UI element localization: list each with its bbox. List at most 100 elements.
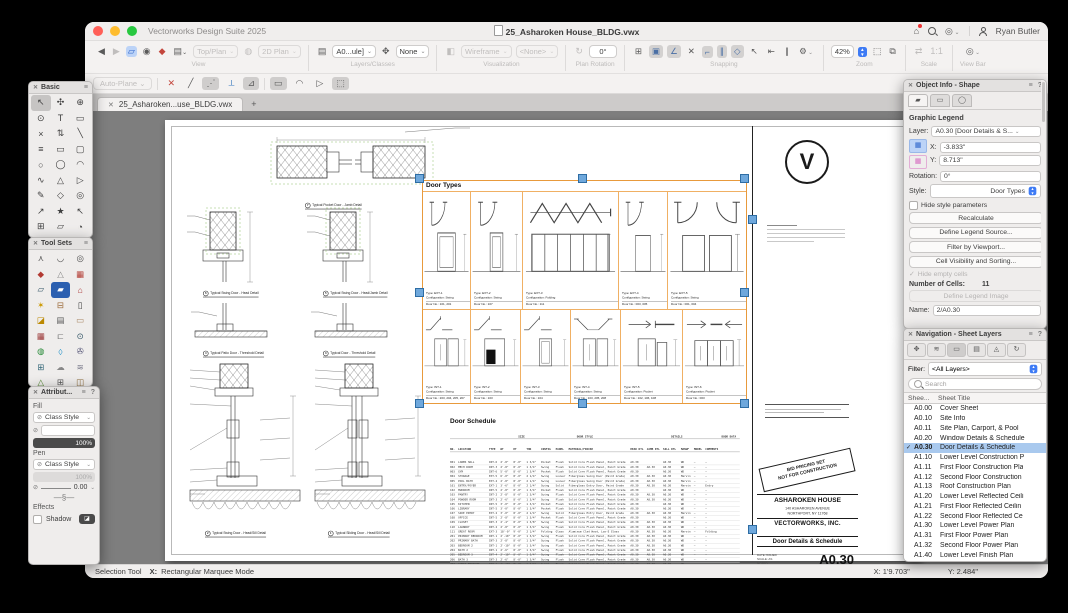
render-mode-icon[interactable]: ◧	[444, 46, 457, 57]
position-mode-icon[interactable]: ▦	[909, 139, 927, 153]
mode-interactive-icon[interactable]: ╱	[184, 77, 197, 90]
basic-tool-button[interactable]: ↖	[31, 95, 51, 111]
fill-opacity-slider[interactable]: 100%	[33, 438, 95, 448]
y-field[interactable]: 8.713"	[939, 155, 1041, 166]
snap-angle-icon[interactable]: ∠	[667, 45, 681, 58]
layer-dropdown[interactable]: A0.30 [Door Details & S... ⌄	[931, 126, 1041, 137]
basic-tool-button[interactable]: ⇅	[51, 126, 71, 142]
style-dropdown[interactable]: Door Types▲▼	[930, 184, 1041, 198]
mode-axis-icon[interactable]: ⟂	[224, 77, 238, 90]
class-icon[interactable]: ✥	[380, 46, 392, 57]
basic-tool-button[interactable]: ↖	[70, 204, 90, 220]
palette-menu-icon[interactable]: ≡	[82, 389, 86, 396]
scale-icon[interactable]: ⇄	[913, 46, 925, 57]
palette-help-icon[interactable]: ?	[91, 389, 95, 396]
tool-set-button[interactable]: ⌂	[70, 282, 90, 298]
sheet-layer-row[interactable]: ✓ A1.30 Lower Level Power Plan	[904, 521, 1046, 531]
minimize-window-button[interactable]	[110, 26, 120, 36]
basic-tool-button[interactable]: ↗	[31, 204, 51, 220]
projection-icon[interactable]: ◍	[242, 46, 254, 57]
door-type-cell[interactable]: Type: EXT-4 Configuration: Swing Door No…	[619, 192, 668, 309]
view-preset-dropdown[interactable]: Top/Plan⌄	[193, 45, 238, 58]
visibility-icon[interactable]: ◉	[141, 46, 153, 57]
filter-dropdown[interactable]: <All Layers>▲▼	[928, 362, 1042, 376]
door-types-legend[interactable]: Door Types	[422, 180, 747, 404]
door-type-cell[interactable]: Type: INT-3 Configuration: Swing Door No…	[521, 310, 571, 403]
snapping-settings-icon[interactable]: ⚙ ⌄	[796, 45, 816, 58]
back-icon[interactable]: ◀	[96, 46, 107, 57]
close-window-button[interactable]	[93, 26, 103, 36]
tool-set-button[interactable]: ☁	[51, 360, 71, 376]
tool-set-button[interactable]: ▯	[70, 298, 90, 314]
basic-tool-button[interactable]: ⊙	[31, 111, 51, 127]
new-tab-button[interactable]: +	[243, 97, 264, 111]
render-style-dropdown[interactable]: <None>⌄	[516, 45, 559, 58]
sheet-layer-row[interactable]: ✓ A0.00 Cover Sheet	[904, 404, 1046, 414]
zoom-level-field[interactable]: 42%	[831, 45, 854, 58]
tool-set-button[interactable]: ▦	[31, 329, 51, 345]
basic-tool-button[interactable]: ×	[31, 126, 51, 142]
door-type-cell[interactable]: Type: INT-2 Configuration: Swing Door No…	[471, 310, 521, 403]
basic-tool-button[interactable]: ⊞	[31, 219, 51, 235]
sheet-layer-row[interactable]: ✓ A1.40 Lower Level Finish Plan	[904, 550, 1046, 560]
forward-icon[interactable]: ▶	[111, 46, 122, 57]
projection-dropdown[interactable]: 2D Plan⌄	[258, 45, 301, 58]
tool-set-button[interactable]: ▤	[51, 313, 71, 329]
basic-tool-button[interactable]: ◎	[70, 188, 90, 204]
name-field[interactable]: 2/A0.30	[933, 305, 1041, 316]
active-class-dropdown[interactable]: None⌄	[396, 45, 430, 58]
basic-tool-button[interactable]: ▭	[51, 142, 71, 158]
basic-tool-button[interactable]: ▭	[70, 111, 90, 127]
hide-style-parameters-checkbox[interactable]	[909, 201, 918, 210]
sheet-layer-row[interactable]: ✓ A0.20 Window Details & Schedule	[904, 433, 1046, 443]
tool-set-button[interactable]: ≋	[70, 360, 90, 376]
tab-classes[interactable]: ✥	[907, 343, 926, 357]
line-type-icon[interactable]: —§—	[54, 493, 74, 502]
basic-tool-button[interactable]: ◔	[70, 219, 90, 235]
tool-set-button[interactable]: ⊞	[31, 360, 51, 376]
viewbar-options-icon[interactable]: ◎ ⌄	[964, 46, 982, 58]
door-type-cell[interactable]: Type: EXT-1 Configuration: Swing Door No…	[423, 192, 471, 309]
x-field[interactable]: -3.833"	[940, 142, 1041, 153]
search-icon[interactable]	[928, 27, 936, 35]
mode-3d-icon[interactable]: ⊿	[243, 77, 259, 90]
pen-opacity-slider[interactable]: 100%	[33, 472, 95, 482]
sheet-layer-row[interactable]: ✓ A1.22 Second Floor Reflected Ce	[904, 511, 1046, 521]
fit-objects-icon[interactable]: ⧉	[887, 46, 897, 57]
tab-saved-views[interactable]: ◬	[987, 343, 1006, 357]
close-palette-icon[interactable]: ✕	[908, 331, 913, 338]
tool-set-button[interactable]: ▦	[70, 267, 90, 283]
line-weight-value[interactable]: 0.00	[74, 484, 88, 491]
rotation-field[interactable]: 0°	[940, 171, 1041, 182]
basic-tool-button[interactable]: ∿	[31, 173, 51, 189]
palette-menu-icon[interactable]: ≡	[1029, 331, 1033, 338]
palette-help-icon[interactable]: ?	[1038, 331, 1042, 338]
sheet-layer-row[interactable]: ✓ A1.41 First Floor Finish Plan	[904, 560, 1046, 562]
render-mode-dropdown[interactable]: Wireframe⌄	[461, 45, 512, 58]
tool-set-button[interactable]: ◪	[31, 313, 51, 329]
fill-color-well[interactable]	[41, 425, 95, 436]
user-name[interactable]: Ryan Butler	[996, 26, 1040, 36]
basic-tool-button[interactable]: ◯	[51, 157, 71, 173]
basic-tool-button[interactable]: ○	[31, 157, 51, 173]
sheet-layer-row[interactable]: ✓ A0.10 Site Info	[904, 414, 1046, 424]
sheet-layer-row[interactable]: ✓ A1.13 Roof Construction Plan	[904, 482, 1046, 492]
sheet-layer-row[interactable]: ✓ A1.21 First Floor Reflected Ceilin	[904, 502, 1046, 512]
tab-render[interactable]: ◯	[952, 94, 972, 107]
zoom-window-button[interactable]	[127, 26, 137, 36]
tab-references[interactable]: ↻	[1007, 343, 1026, 357]
sheet-layer-row[interactable]: ✓ A1.12 Second Floor Construction	[904, 472, 1046, 482]
selection-handle[interactable]	[415, 288, 424, 297]
marquee-net-mode-icon[interactable]: ⬚	[332, 77, 349, 90]
sheet-layer-row[interactable]: ✓ A1.32 Second Floor Power Plan	[904, 541, 1046, 551]
tool-set-button[interactable]: ▱	[31, 282, 51, 298]
sheet-layer-row[interactable]: ✓ A1.20 Lower Level Reflected Ceili	[904, 492, 1046, 502]
tab-sheet-layers[interactable]: ▭	[947, 343, 966, 357]
snap-smart-point-icon[interactable]: ⌐	[702, 46, 713, 58]
sheet-layer-row[interactable]: ✓ A0.30 Door Details & Schedule	[904, 443, 1046, 453]
mode-multiple-icon[interactable]: ⋰	[202, 77, 219, 90]
basic-tool-button[interactable]: ⊕	[70, 95, 90, 111]
snap-object-icon[interactable]: ▣	[649, 45, 663, 58]
marquee-polygon-mode-icon[interactable]: ▷	[312, 77, 327, 90]
marquee-rectangle-mode-icon[interactable]: ▭	[270, 77, 287, 90]
